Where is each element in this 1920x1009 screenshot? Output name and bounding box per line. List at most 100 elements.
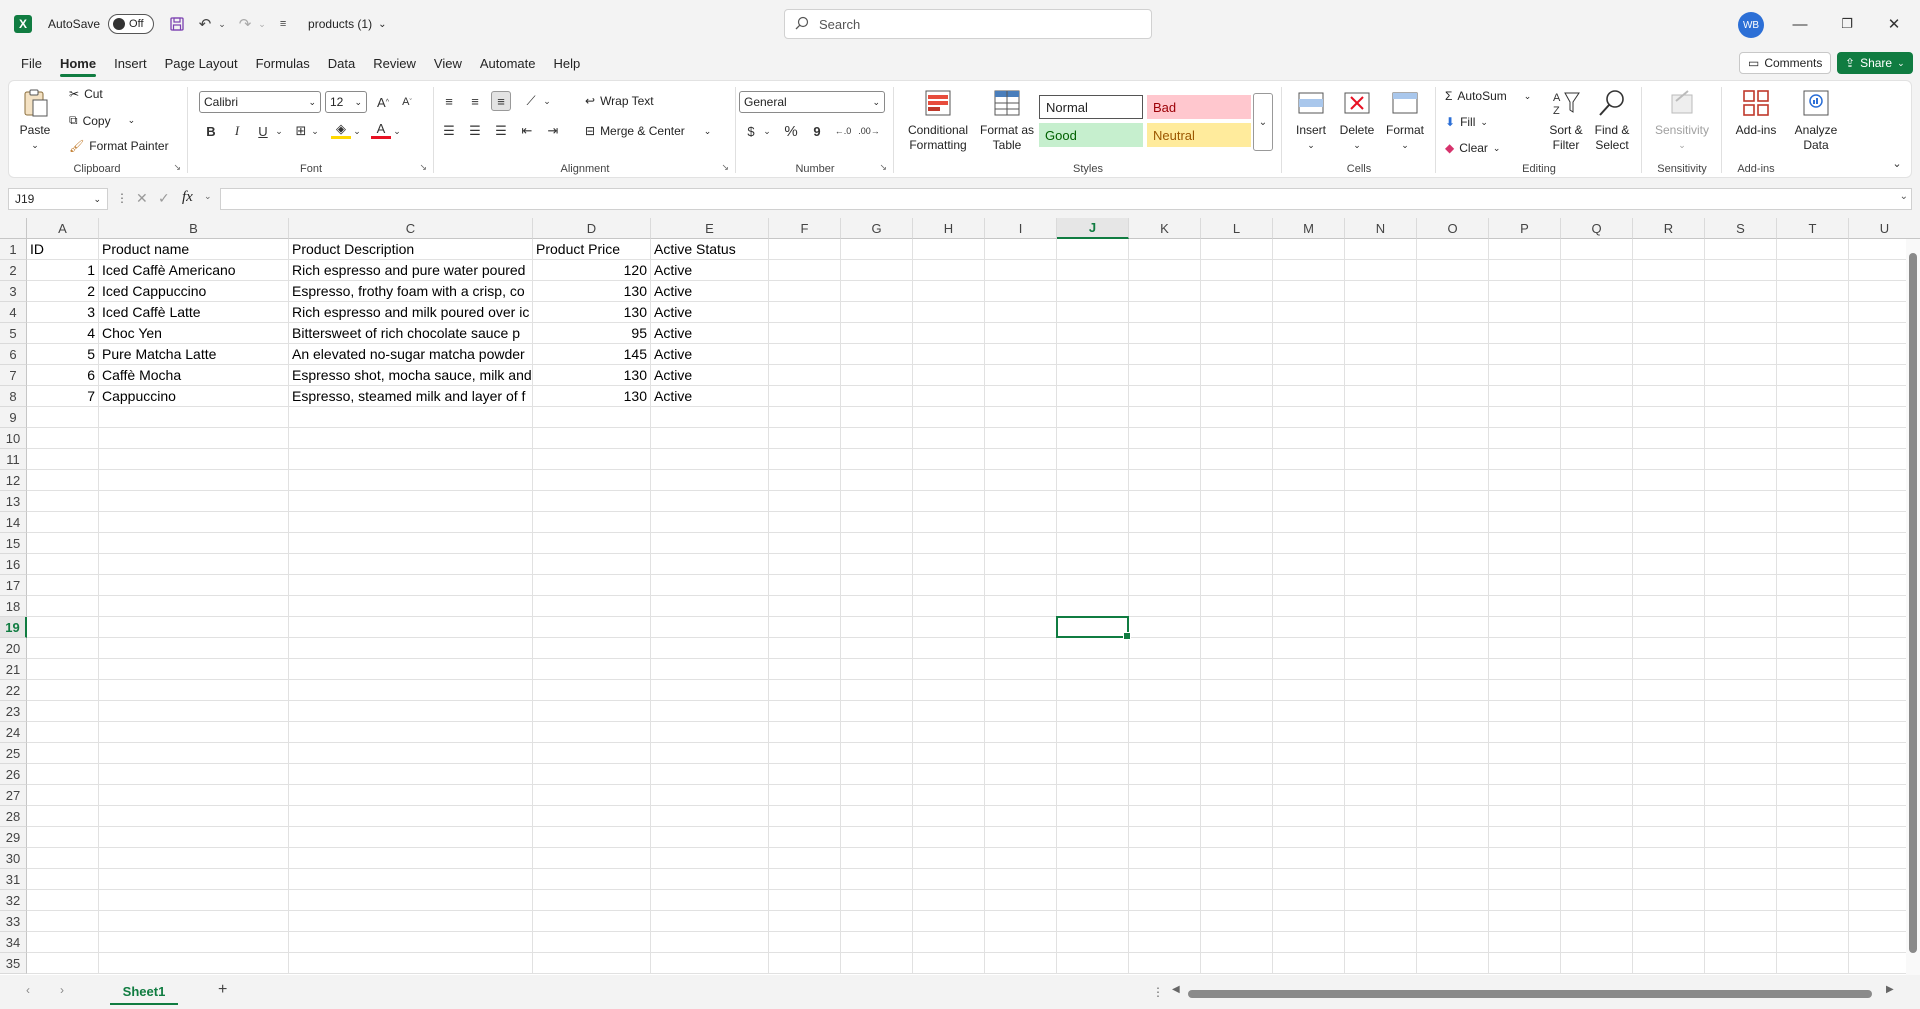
cell-e9[interactable]: [651, 407, 769, 428]
cell-q4[interactable]: [1561, 302, 1633, 323]
cell-k11[interactable]: [1129, 449, 1201, 470]
cell-m22[interactable]: [1273, 680, 1345, 701]
cell-q5[interactable]: [1561, 323, 1633, 344]
cell-h4[interactable]: [913, 302, 985, 323]
cell-g28[interactable]: [841, 806, 913, 827]
cell-m6[interactable]: [1273, 344, 1345, 365]
cell-p4[interactable]: [1489, 302, 1561, 323]
cell-j27[interactable]: [1057, 785, 1129, 806]
cell-j21[interactable]: [1057, 659, 1129, 680]
cell-j9[interactable]: [1057, 407, 1129, 428]
paste-button[interactable]: Paste ⌄: [19, 87, 51, 153]
cell-q2[interactable]: [1561, 260, 1633, 281]
cell-d32[interactable]: [533, 890, 651, 911]
row-header[interactable]: 18: [0, 596, 27, 617]
cell-e16[interactable]: [651, 554, 769, 575]
cell-i35[interactable]: [985, 953, 1057, 974]
cell-e28[interactable]: [651, 806, 769, 827]
cell-s23[interactable]: [1705, 701, 1777, 722]
cut-button[interactable]: ✂ Cut: [69, 87, 103, 101]
percent-button[interactable]: %: [781, 121, 801, 141]
dialog-launcher-icon[interactable]: ↘: [173, 162, 181, 173]
tab-review[interactable]: Review: [364, 48, 425, 78]
cell-f21[interactable]: [769, 659, 841, 680]
cell-p27[interactable]: [1489, 785, 1561, 806]
cell-o13[interactable]: [1417, 491, 1489, 512]
close-icon[interactable]: ✕: [1882, 12, 1906, 36]
row-header[interactable]: 34: [0, 932, 27, 953]
cell-j5[interactable]: [1057, 323, 1129, 344]
cell-k5[interactable]: [1129, 323, 1201, 344]
cell-b3[interactable]: Iced Cappuccino: [99, 281, 289, 302]
cell-k8[interactable]: [1129, 386, 1201, 407]
cell-p28[interactable]: [1489, 806, 1561, 827]
cell-n8[interactable]: [1345, 386, 1417, 407]
column-header-c[interactable]: C: [289, 218, 533, 239]
cell-o4[interactable]: [1417, 302, 1489, 323]
cell-e30[interactable]: [651, 848, 769, 869]
cell-l23[interactable]: [1201, 701, 1273, 722]
tab-automate[interactable]: Automate: [471, 48, 545, 78]
cell-n9[interactable]: [1345, 407, 1417, 428]
cell-i19[interactable]: [985, 617, 1057, 638]
cell-r20[interactable]: [1633, 638, 1705, 659]
row-header[interactable]: 7: [0, 365, 27, 386]
cell-f8[interactable]: [769, 386, 841, 407]
cell-k26[interactable]: [1129, 764, 1201, 785]
format-painter-button[interactable]: 🖌 Format Painter: [69, 139, 169, 153]
cell-h8[interactable]: [913, 386, 985, 407]
cell-m34[interactable]: [1273, 932, 1345, 953]
style-good[interactable]: Good: [1039, 123, 1143, 147]
cell-p24[interactable]: [1489, 722, 1561, 743]
more-options-icon[interactable]: ⋮: [1152, 985, 1164, 999]
cell-k10[interactable]: [1129, 428, 1201, 449]
cell-t27[interactable]: [1777, 785, 1849, 806]
cell-d29[interactable]: [533, 827, 651, 848]
cell-o8[interactable]: [1417, 386, 1489, 407]
cell-p8[interactable]: [1489, 386, 1561, 407]
user-avatar[interactable]: WB: [1738, 12, 1764, 38]
cell-i25[interactable]: [985, 743, 1057, 764]
cell-l24[interactable]: [1201, 722, 1273, 743]
insert-function-button[interactable]: fx: [182, 189, 193, 206]
cell-p31[interactable]: [1489, 869, 1561, 890]
cell-o15[interactable]: [1417, 533, 1489, 554]
cell-k3[interactable]: [1129, 281, 1201, 302]
cell-a24[interactable]: [27, 722, 99, 743]
tab-formulas[interactable]: Formulas: [247, 48, 319, 78]
cell-n34[interactable]: [1345, 932, 1417, 953]
cell-n12[interactable]: [1345, 470, 1417, 491]
styles-more-icon[interactable]: ⌄: [1253, 93, 1273, 151]
cell-l30[interactable]: [1201, 848, 1273, 869]
cell-d22[interactable]: [533, 680, 651, 701]
cell-n28[interactable]: [1345, 806, 1417, 827]
cell-d10[interactable]: [533, 428, 651, 449]
cell-f25[interactable]: [769, 743, 841, 764]
delete-cells-button[interactable]: Delete ⌄: [1335, 87, 1379, 153]
cell-q16[interactable]: [1561, 554, 1633, 575]
row-header[interactable]: 17: [0, 575, 27, 596]
cell-l13[interactable]: [1201, 491, 1273, 512]
cell-q1[interactable]: [1561, 239, 1633, 260]
cell-a26[interactable]: [27, 764, 99, 785]
cell-o6[interactable]: [1417, 344, 1489, 365]
cell-r25[interactable]: [1633, 743, 1705, 764]
cell-t14[interactable]: [1777, 512, 1849, 533]
cell-c32[interactable]: [289, 890, 533, 911]
cell-r21[interactable]: [1633, 659, 1705, 680]
cell-h2[interactable]: [913, 260, 985, 281]
cell-b17[interactable]: [99, 575, 289, 596]
cell-o5[interactable]: [1417, 323, 1489, 344]
cell-s27[interactable]: [1705, 785, 1777, 806]
cell-c11[interactable]: [289, 449, 533, 470]
cell-h17[interactable]: [913, 575, 985, 596]
cell-d30[interactable]: [533, 848, 651, 869]
column-header-k[interactable]: K: [1129, 218, 1201, 239]
cell-i17[interactable]: [985, 575, 1057, 596]
cell-f26[interactable]: [769, 764, 841, 785]
cell-d19[interactable]: [533, 617, 651, 638]
cell-g24[interactable]: [841, 722, 913, 743]
next-sheet-icon[interactable]: ›: [60, 983, 64, 997]
cell-f13[interactable]: [769, 491, 841, 512]
cell-c4[interactable]: Rich espresso and milk poured over ic: [289, 302, 533, 323]
